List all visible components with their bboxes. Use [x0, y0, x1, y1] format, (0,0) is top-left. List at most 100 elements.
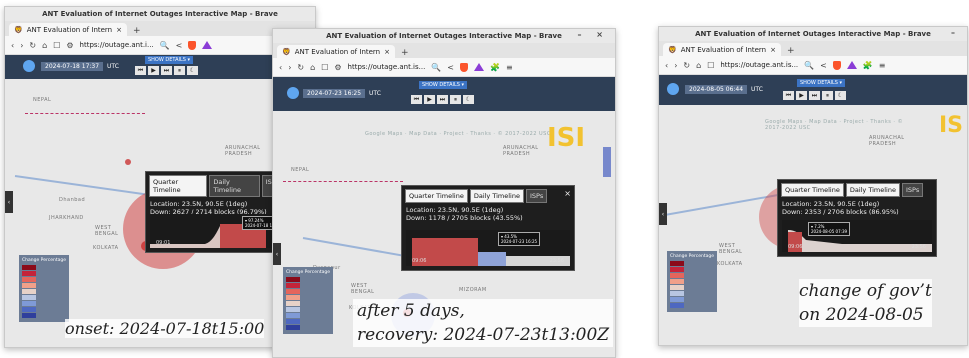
new-tab-icon[interactable]: +	[133, 26, 141, 36]
zoom-controls[interactable]	[603, 147, 611, 177]
fast-forward-icon[interactable]: ⏭	[437, 95, 448, 104]
close-tab-icon[interactable]: ×	[384, 48, 390, 56]
date-field[interactable]: 2024-08-05 06:44	[685, 85, 748, 94]
sidebar-toggle[interactable]: ‹	[659, 203, 667, 225]
map-toolbar: 2024-08-05 06:44 UTC SHOW DETAILS ▾ ⏮ ▶ ⏭ ⏸…	[659, 75, 967, 105]
home-icon[interactable]: ⌂	[696, 61, 701, 70]
zoom-icon[interactable]: 🔍	[804, 61, 814, 70]
new-tab-icon[interactable]: +	[787, 46, 795, 56]
tab-daily-timeline[interactable]: Daily Timeline	[845, 183, 900, 197]
zoom-icon[interactable]: 🔍	[160, 41, 170, 50]
dark-mode-icon[interactable]: ☾	[835, 91, 846, 100]
outage-dot[interactable]	[125, 159, 131, 165]
close-tab-icon[interactable]: ×	[116, 26, 122, 34]
tab-quarter-timeline[interactable]: Quarter Timeline	[781, 183, 844, 197]
timeline-graph	[412, 238, 570, 266]
date-field[interactable]: 2024-07-18 17:37	[41, 62, 104, 71]
map-label-kolkata: KOLKATA	[717, 261, 743, 267]
timeline-chart[interactable]: ▾ 43.5% 2024-07-23 16:25 09:06 23:56	[406, 230, 570, 266]
forward-icon[interactable]: ›	[674, 61, 677, 70]
legend-swatch	[22, 277, 36, 282]
show-details-button[interactable]: SHOW DETAILS ▾	[419, 81, 468, 89]
legend-swatch	[22, 289, 36, 294]
menu-icon[interactable]: ≡	[506, 63, 513, 72]
menu-icon[interactable]: ≡	[879, 61, 886, 70]
dark-mode-icon[interactable]: ☾	[187, 66, 198, 75]
back-icon[interactable]: ‹	[279, 63, 282, 72]
home-icon[interactable]: ⌂	[42, 41, 47, 50]
globe-icon[interactable]	[23, 60, 35, 72]
window-controls[interactable]: – ×	[578, 30, 610, 39]
play-icon[interactable]: ▶	[148, 66, 159, 75]
hover-tooltip: ▾ 43.5% 2024-07-23 16:25	[498, 232, 541, 246]
url-bar[interactable]: https://outage.ant.is...	[348, 63, 426, 71]
forward-icon[interactable]: ›	[288, 63, 291, 72]
brave-shield-icon[interactable]	[460, 62, 468, 72]
outage-map[interactable]: 2024-07-18 17:37 UTC SHOW DETAILS ▾ ⏮ ▶ ⏭ ⏸…	[5, 55, 315, 347]
share-icon[interactable]: <	[176, 41, 183, 50]
bookmark-icon[interactable]: ☐	[321, 63, 328, 72]
skip-back-icon[interactable]: ⏮	[411, 95, 422, 104]
rewards-icon[interactable]	[202, 41, 213, 49]
browser-tab[interactable]: 🦁 ANT Evaluation of Intern ×	[277, 45, 395, 58]
tab-isps[interactable]: ISPs	[901, 183, 924, 197]
legend-swatch	[22, 301, 36, 306]
brave-shield-icon[interactable]	[188, 40, 197, 50]
fast-forward-icon[interactable]: ⏭	[809, 91, 820, 100]
extensions-icon[interactable]: 🧩	[490, 63, 500, 72]
url-bar[interactable]: https://outage.ant.is...	[720, 61, 798, 69]
back-icon[interactable]: ‹	[665, 61, 668, 70]
tab-daily-timeline[interactable]: Daily Timeline	[469, 189, 524, 203]
pause-icon[interactable]: ⏸	[822, 91, 833, 100]
close-popup-icon[interactable]: ×	[564, 189, 571, 203]
globe-icon[interactable]	[667, 83, 679, 95]
bookmark-icon[interactable]: ☐	[53, 41, 60, 50]
share-icon[interactable]: <	[447, 63, 454, 72]
home-icon[interactable]: ⌂	[310, 63, 315, 72]
tab-quarter-timeline[interactable]: Quarter Timeline	[149, 175, 208, 197]
sidebar-toggle[interactable]: ‹	[273, 243, 281, 265]
new-tab-icon[interactable]: +	[401, 48, 409, 58]
timeline-chart[interactable]: ▾ 7.2% 2024-08-05 07:39 09:06 23:56	[782, 220, 932, 252]
dark-mode-icon[interactable]: ☾	[463, 95, 474, 104]
map-label-bengal: WEST BENGAL	[351, 283, 375, 295]
tab-daily-timeline[interactable]: Daily Timeline	[209, 175, 260, 197]
extensions-icon[interactable]: 🧩	[863, 61, 873, 70]
show-details-button[interactable]: SHOW DETAILS ▾	[145, 56, 194, 64]
timeline-chart[interactable]: ▾ 97.24% 2024-07-18 17:37 09:01	[150, 214, 285, 248]
play-icon[interactable]: ▶	[424, 95, 435, 104]
play-icon[interactable]: ▶	[796, 91, 807, 100]
url-bar[interactable]: https://outage.ant.i...	[80, 41, 154, 49]
reload-icon[interactable]: ↻	[297, 63, 304, 72]
site-settings-icon[interactable]: ⚙	[334, 63, 341, 72]
tab-quarter-timeline[interactable]: Quarter Timeline	[405, 189, 468, 203]
forward-icon[interactable]: ›	[20, 41, 23, 50]
bookmark-icon[interactable]: ☐	[707, 61, 714, 70]
rewards-icon[interactable]	[846, 61, 857, 69]
back-icon[interactable]: ‹	[11, 41, 14, 50]
globe-icon[interactable]	[287, 87, 299, 99]
brave-shield-icon[interactable]	[832, 60, 841, 70]
window-title: ANT Evaluation of Internet Outages Inter…	[5, 7, 315, 21]
share-icon[interactable]: <	[820, 61, 827, 70]
legend-swatch	[22, 313, 36, 318]
window-controls[interactable]: –	[951, 28, 961, 37]
rewards-icon[interactable]	[474, 63, 484, 71]
browser-tab[interactable]: 🦁 ANT Evaluation of Intern ×	[663, 43, 781, 56]
zoom-icon[interactable]: 🔍	[431, 63, 441, 72]
close-tab-icon[interactable]: ×	[770, 46, 776, 54]
pause-icon[interactable]: ⏸	[174, 66, 185, 75]
skip-back-icon[interactable]: ⏮	[783, 91, 794, 100]
reload-icon[interactable]: ↻	[683, 61, 690, 70]
sidebar-toggle[interactable]: ‹	[5, 191, 13, 213]
skip-back-icon[interactable]: ⏮	[135, 66, 146, 75]
legend-title: Change Percentage	[286, 270, 330, 275]
reload-icon[interactable]: ↻	[29, 41, 36, 50]
fast-forward-icon[interactable]: ⏭	[161, 66, 172, 75]
tab-isps[interactable]: ISPs	[525, 189, 548, 203]
pause-icon[interactable]: ⏸	[450, 95, 461, 104]
show-details-button[interactable]: SHOW DETAILS ▾	[797, 79, 846, 87]
browser-tab[interactable]: 🦁 ANT Evaluation of Intern ×	[9, 23, 127, 36]
date-field[interactable]: 2024-07-23 16:25	[303, 89, 366, 98]
site-settings-icon[interactable]: ⚙	[66, 41, 73, 50]
